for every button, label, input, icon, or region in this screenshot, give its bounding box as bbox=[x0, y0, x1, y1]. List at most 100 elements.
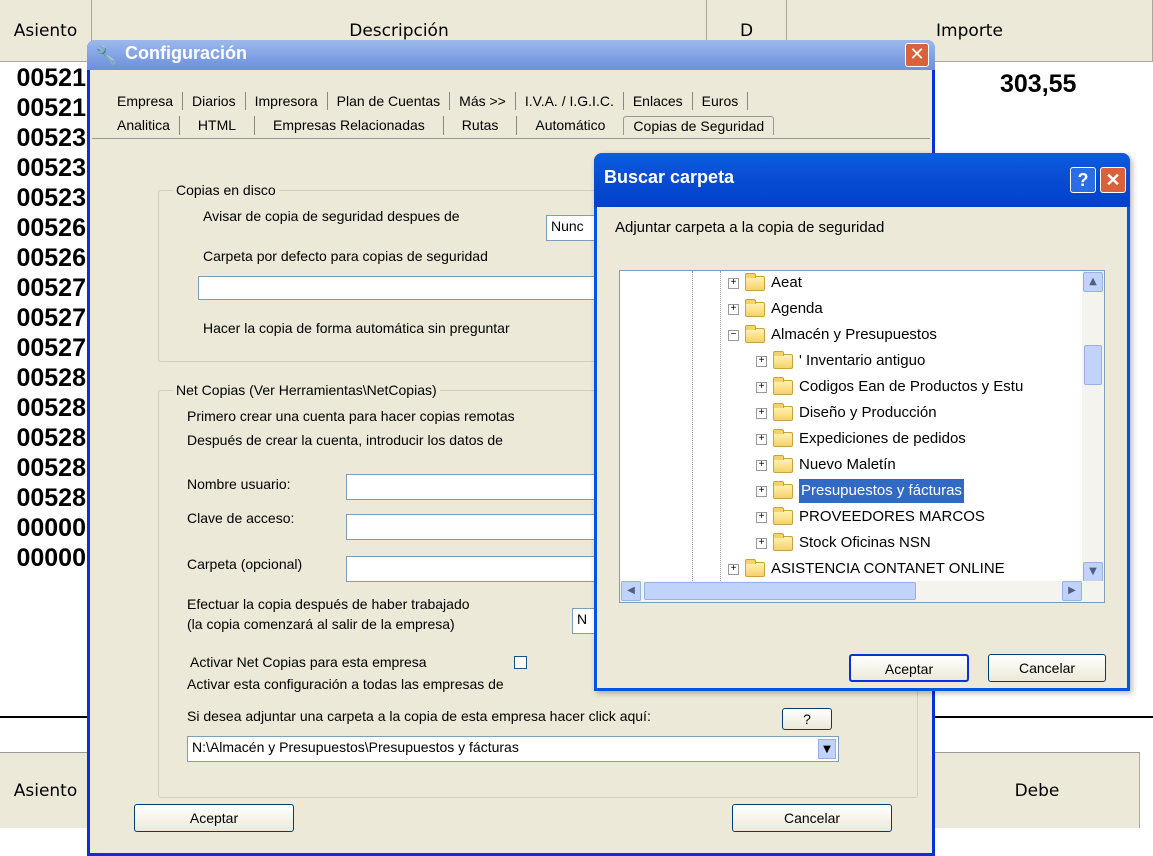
warn-label: Avisar de copia de seguridad despues de bbox=[203, 208, 460, 224]
tree-node[interactable]: + Diseño y Producción bbox=[756, 401, 937, 425]
asiento-cell[interactable]: 00528 bbox=[0, 394, 90, 422]
asiento-cell[interactable]: 00528 bbox=[0, 454, 90, 482]
tab-iva[interactable]: I.V.A. / I.G.I.C. bbox=[516, 92, 624, 110]
close-button[interactable]: ✕ bbox=[1100, 167, 1126, 193]
scroll-right-icon[interactable]: ▶ bbox=[1062, 581, 1082, 601]
bottom-header-debe[interactable]: Debe bbox=[935, 752, 1140, 828]
dropdown-arrow-icon[interactable]: ▼ bbox=[818, 739, 836, 759]
tree-node-label: ' Inventario antiguo bbox=[799, 352, 926, 369]
browse-titlebar[interactable]: Buscar carpeta ? ✕ bbox=[594, 153, 1130, 207]
tab-analitica[interactable]: Analitica bbox=[108, 116, 180, 135]
tab-mas[interactable]: Más >> bbox=[450, 92, 516, 110]
tree-node-label: Stock Oficinas NSN bbox=[799, 534, 931, 551]
default-folder-label: Carpeta por defecto para copias de segur… bbox=[203, 248, 488, 264]
expand-icon[interactable]: + bbox=[756, 485, 767, 497]
tree-node[interactable]: − Almacén y Presupuestos bbox=[728, 323, 937, 347]
config-title: Configuración bbox=[125, 43, 247, 63]
vertical-scrollbar[interactable]: ▲ ▼ bbox=[1082, 271, 1104, 583]
expand-icon[interactable]: + bbox=[756, 407, 767, 419]
tree-node[interactable]: + ASISTENCIA CONTANET ONLINE bbox=[728, 557, 1005, 581]
expand-icon[interactable]: + bbox=[756, 459, 767, 471]
folder-input[interactable] bbox=[346, 556, 598, 582]
tab-euros[interactable]: Euros bbox=[693, 92, 749, 110]
expand-icon[interactable]: + bbox=[756, 355, 767, 367]
browse-cancel-button[interactable]: Cancelar bbox=[988, 654, 1106, 682]
tree-node-label: Aeat bbox=[771, 274, 802, 291]
asiento-cell[interactable]: 00528 bbox=[0, 484, 90, 512]
expand-icon[interactable]: + bbox=[728, 277, 739, 289]
tree-node[interactable]: + PROVEEDORES MARCOS bbox=[756, 505, 985, 529]
asiento-cell[interactable]: 00527 bbox=[0, 334, 90, 362]
asiento-cell[interactable]: 00528 bbox=[0, 364, 90, 392]
asiento-cell[interactable]: 00521 bbox=[0, 64, 90, 92]
tab-plan-cuentas[interactable]: Plan de Cuentas bbox=[328, 92, 451, 110]
tree-node[interactable]: + Agenda bbox=[728, 297, 823, 321]
tree-node[interactable]: + Aeat bbox=[728, 271, 802, 295]
expand-icon[interactable]: + bbox=[728, 563, 739, 575]
folder-icon bbox=[773, 480, 793, 499]
tab-automatico[interactable]: Automático bbox=[517, 116, 623, 135]
asiento-cell[interactable]: 00521 bbox=[0, 94, 90, 122]
asiento-cell[interactable]: 00528 bbox=[0, 424, 90, 452]
asiento-cell[interactable]: 00523 bbox=[0, 124, 90, 152]
scroll-up-icon[interactable]: ▲ bbox=[1083, 272, 1103, 292]
attach-path-select[interactable]: N:\Almacén y Presupuestos\Presupuestos y… bbox=[187, 736, 839, 762]
password-input[interactable] bbox=[346, 514, 598, 540]
tab-rutas[interactable]: Rutas bbox=[444, 116, 518, 135]
username-label: Nombre usuario: bbox=[187, 476, 291, 492]
username-input[interactable] bbox=[346, 474, 598, 500]
config-titlebar[interactable]: 🔧 Configuración ✕ bbox=[87, 40, 935, 70]
tree-node[interactable]: + Codigos Ean de Productos y Estu bbox=[756, 375, 1023, 399]
help-button[interactable]: ? bbox=[1070, 167, 1096, 193]
activate-net-checkbox[interactable] bbox=[514, 656, 527, 669]
asiento-cell[interactable]: 00527 bbox=[0, 274, 90, 302]
config-ok-button[interactable]: Aceptar bbox=[134, 804, 294, 832]
horizontal-scrollbar[interactable]: ◀ ▶ bbox=[620, 581, 1104, 602]
folder-icon bbox=[745, 272, 765, 291]
asiento-cell[interactable]: 00523 bbox=[0, 184, 90, 212]
tree-node-label: ASISTENCIA CONTANET ONLINE bbox=[771, 560, 1005, 577]
close-button[interactable]: ✕ bbox=[905, 43, 929, 67]
asiento-cell[interactable]: 00000 bbox=[0, 514, 90, 542]
folder-tree[interactable]: + Aeat + Agenda − Almacén y Presupuestos + ' In… bbox=[619, 270, 1105, 603]
folder-icon bbox=[773, 376, 793, 395]
tab-copias-seguridad[interactable]: Copias de Seguridad bbox=[623, 116, 775, 135]
asiento-cell[interactable]: 00527 bbox=[0, 304, 90, 332]
expand-icon[interactable]: + bbox=[728, 303, 739, 315]
horizontal-scroll-thumb[interactable] bbox=[644, 582, 916, 600]
asiento-cell[interactable]: 00526 bbox=[0, 244, 90, 272]
config-cancel-button[interactable]: Cancelar bbox=[732, 804, 892, 832]
vertical-scroll-thumb[interactable] bbox=[1084, 345, 1102, 385]
bottom-header-asiento[interactable]: Asiento bbox=[0, 752, 92, 828]
expand-icon[interactable]: + bbox=[756, 537, 767, 549]
asiento-cell[interactable]: 00523 bbox=[0, 154, 90, 182]
expand-icon[interactable]: + bbox=[756, 433, 767, 445]
scroll-left-icon[interactable]: ◀ bbox=[621, 581, 641, 601]
tree-node[interactable]: + Nuevo Maletín bbox=[756, 453, 896, 477]
tab-enlaces[interactable]: Enlaces bbox=[624, 92, 693, 110]
browse-ok-button[interactable]: Aceptar bbox=[849, 654, 969, 682]
tree-node[interactable]: + ' Inventario antiguo bbox=[756, 349, 925, 373]
tree-node-label: Diseño y Producción bbox=[799, 404, 937, 421]
tree-node-label: Almacén y Presupuestos bbox=[771, 326, 937, 343]
tab-empresas-relacionadas[interactable]: Empresas Relacionadas bbox=[255, 116, 444, 135]
tab-diarios[interactable]: Diarios bbox=[183, 92, 246, 110]
tree-node[interactable]: + Expediciones de pedidos bbox=[756, 427, 966, 451]
tree-node[interactable]: + Presupuestos y fácturas bbox=[756, 479, 964, 503]
tree-node[interactable]: + Stock Oficinas NSN bbox=[756, 531, 931, 555]
folder-icon bbox=[773, 454, 793, 473]
header-asiento[interactable]: Asiento bbox=[0, 0, 92, 62]
tree-node-label: Expediciones de pedidos bbox=[799, 430, 966, 447]
tab-impresora[interactable]: Impresora bbox=[246, 92, 328, 110]
asiento-cell[interactable]: 00000 bbox=[0, 544, 90, 572]
default-folder-input[interactable] bbox=[198, 276, 598, 300]
asiento-cell[interactable]: 00526 bbox=[0, 214, 90, 242]
expand-icon[interactable]: + bbox=[756, 381, 767, 393]
attach-folder-button[interactable]: ? bbox=[782, 708, 832, 730]
collapse-icon[interactable]: − bbox=[728, 329, 739, 341]
expand-icon[interactable]: + bbox=[756, 511, 767, 523]
tab-empresa[interactable]: Empresa bbox=[108, 92, 184, 110]
scroll-down-icon[interactable]: ▼ bbox=[1083, 562, 1103, 582]
after-work-label-1: Efectuar la copia después de haber traba… bbox=[187, 596, 470, 612]
tab-html[interactable]: HTML bbox=[180, 116, 256, 135]
